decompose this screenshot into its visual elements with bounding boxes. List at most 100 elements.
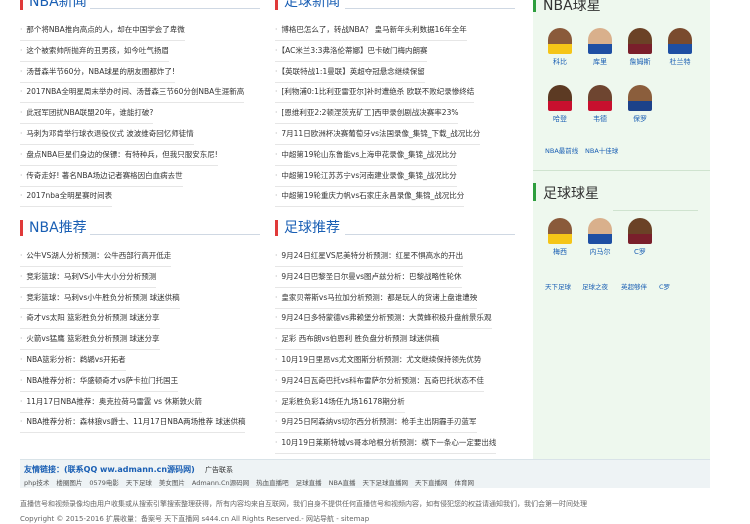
friend-link[interactable]: 足球直播 (296, 479, 322, 487)
friend-link[interactable]: 天下足球 (126, 479, 152, 487)
avatar (628, 28, 652, 54)
nba-top10-link[interactable]: NBA十佳球 (585, 145, 618, 155)
list-item[interactable]: 10月19日里昂vs尤文图斯分析预测：尤文继续保持领先优势 (275, 350, 482, 371)
avatar (628, 218, 652, 244)
nba-recommend-title[interactable]: NBA推荐 (20, 220, 87, 236)
list-item[interactable]: 2017nba全明星赛时间表 (20, 186, 113, 208)
list-item[interactable]: 竞彩篮球：马刺vs小牛胜负分析预测 球迷供稿 (20, 288, 180, 309)
player-name: C罗 (634, 248, 646, 256)
football-link-night[interactable]: 足球之夜 (582, 281, 608, 291)
list-item[interactable]: 博格巴怎么了，转战NBA？ 皇马新年头利数据16年全年 (275, 20, 467, 41)
player-name: 哈登 (553, 115, 567, 123)
footer-copyright: Copyright © 2015-2016 扩展收量：备案号 天下直播网 s44… (20, 515, 370, 523)
player-card[interactable]: 詹姆斯 (625, 28, 655, 67)
list-item[interactable]: 9月25日阿森纳vs切尔西分析预测：枪手主出阴霾手刃蓝军 (275, 412, 477, 434)
nba-stars-title[interactable]: NBA球星 (543, 0, 601, 15)
football-link-tianxia[interactable]: 天下足球 (545, 281, 571, 291)
list-item[interactable]: 传奇走好! 著名NBA场边记者赛格因白血病去世 (20, 166, 183, 187)
friend-link[interactable]: 热血直播吧 (256, 479, 289, 487)
player-card[interactable]: 韦德 (585, 85, 615, 124)
avatar (588, 85, 612, 111)
friend-link[interactable]: 楼圈图片 (56, 479, 82, 487)
divider (90, 234, 260, 235)
friend-link[interactable]: 美女图片 (159, 479, 185, 487)
friend-link[interactable]: 0579电影 (89, 479, 119, 487)
list-item[interactable]: 中超第19轮重庆力帆vs石家庄永昌录像_集锦_战况比分 (275, 186, 465, 208)
player-card[interactable]: 科比 (545, 28, 575, 67)
football-link-cr[interactable]: C罗 (659, 281, 670, 291)
avatar (668, 28, 692, 54)
divider (533, 170, 710, 171)
list-item[interactable]: 中超第19轮山东鲁能vs上海申花录像_集锦_战况比分 (275, 145, 457, 166)
list-item[interactable]: 中超第19轮江苏苏宁vs河南建业录像_集锦_战况比分 (275, 166, 457, 187)
football-news-section: 足球新闻 博格巴怎么了，转战NBA？ 皇马新年头利数据16年全年【AC米兰3:3… (275, 0, 515, 210)
friend-link[interactable]: Admann.Cn源码网 (192, 479, 249, 487)
player-card[interactable]: 库里 (585, 28, 615, 67)
friend-link[interactable]: NBA直播 (329, 479, 356, 487)
list-item[interactable]: 9月24日巴黎圣日尔曼vs图卢兹分析：巴黎战略性轮休 (275, 267, 462, 288)
list-item[interactable]: 火箭vs猛鹰 篮彩胜负分析预测 球迷分享 (20, 329, 160, 351)
player-card[interactable]: 杜兰特 (665, 28, 695, 67)
friend-link[interactable]: 天下足球直播网 (362, 479, 408, 487)
list-item[interactable]: 那个将NBA推向高点的人，却在中国学会了卑微 (20, 20, 185, 41)
player-card[interactable]: C罗 (625, 218, 655, 257)
list-item[interactable]: 此冠军团扰NBA联盟20年，谁能打破? (20, 103, 154, 125)
list-item[interactable]: 竞彩篮球：马刺VS小牛大小分分析预测 (20, 267, 157, 288)
player-name: 科比 (553, 58, 567, 66)
list-item[interactable]: 奇才vs太阳 篮彩胜负分析预测 球迷分享 (20, 308, 160, 330)
list-item[interactable]: [利物浦0:1比利亚雷亚尔]补时遭绝杀 欧联不败纪录惨终结 (275, 82, 475, 104)
ad-contact-link[interactable]: 广告联系 (205, 465, 233, 475)
list-item[interactable]: 9月24日红星VS尼美特分析预测：红星不惧高水的开出 (275, 246, 464, 267)
divider (613, 210, 698, 211)
nba-frontline-link[interactable]: NBA最前线 (545, 145, 578, 155)
list-item[interactable]: 9月24日多特蒙德vs弗赖堡分析预测：大黄蜂积极升盘前景乐观 (275, 308, 492, 330)
player-card[interactable]: 保罗 (625, 85, 655, 124)
list-item[interactable]: 公牛VS湖人分析预测：公牛西部行高开低走 (20, 246, 172, 267)
avatar (588, 218, 612, 244)
avatar (548, 218, 572, 244)
list-item[interactable]: 足彩 西布朗vs伯恩利 胜负盘分析预测 球迷供稿 (275, 329, 440, 351)
friend-link[interactable]: 天下直播网 (415, 479, 448, 487)
player-name: 韦德 (593, 115, 607, 123)
player-card[interactable]: 梅西 (545, 218, 575, 257)
list-item[interactable]: 10月19日莱斯特城vs哥本哈根分析预测：横下一条心一定要出线 (275, 433, 497, 455)
list-item[interactable]: [恩维利亚2:2顿涅茨克矿工]西甲录创剧战决赛率23% (275, 103, 459, 125)
star-sidebar: NBA球星 科比 库里 詹姆斯 杜兰特哈登 韦德 保罗 NBA最前线 NBA十佳球 足球球… (533, 0, 710, 460)
divider (90, 8, 260, 9)
list-item[interactable]: 11月17日NBA推荐：奥克拉荷马雷霆 vs 休斯敦火箭 (20, 392, 202, 413)
list-item[interactable]: 9月24日瓦奇巴托vs科布雷萨尔分析预测：瓦奇巴托状态不佳 (275, 371, 485, 392)
player-name: 内马尔 (589, 248, 611, 256)
list-item[interactable]: 【AC米兰3:3弗洛伦蒂娜】巴卡破门梅内朗赛 (275, 41, 428, 62)
player-card[interactable]: 内马尔 (585, 218, 615, 257)
list-item[interactable]: 2017NBA全明星周末举办时间、汤普森三节60分创NBA生涯新高 (20, 82, 245, 104)
list-item[interactable]: NBA推荐分析：华盛顿奇才vs萨卡拉门托国王 (20, 371, 179, 392)
football-stars-title[interactable]: 足球球星 (543, 183, 599, 203)
avatar (588, 28, 612, 54)
avatar (548, 85, 572, 111)
player-name: 杜兰特 (669, 58, 691, 66)
list-item[interactable]: 盘点NBA巨星们身边的保镖：有特种兵，但我只服安东尼! (20, 145, 218, 166)
list-item[interactable]: NBA篮彩分析：鹈鹕vs开拓者 (20, 350, 126, 371)
sidebar-accent-bar (533, 0, 536, 12)
player-name: 保罗 (633, 115, 647, 123)
friend-links-title: 友情链接：(联系QQ ww.admann.cn源码网) (24, 465, 195, 474)
football-recommend-section: 足球推荐 9月24日红星VS尼美特分析预测：红星不惧高水的开出9月24日巴黎圣日… (275, 218, 515, 458)
list-item[interactable]: 足彩胜负彩14场任九场16178期分析 (275, 392, 405, 413)
avatar (548, 28, 572, 54)
nba-news-title[interactable]: NBA新闻 (20, 0, 87, 10)
list-item[interactable]: NBA推荐分析：森林狼vs爵士、11月17日NBA两场推荐 球迷供稿 (20, 412, 246, 434)
friend-link[interactable]: 体育网 (454, 479, 474, 487)
football-news-title[interactable]: 足球新闻 (275, 0, 340, 10)
football-recommend-title[interactable]: 足球推荐 (275, 220, 340, 236)
football-link-premier[interactable]: 英超够伴 (621, 281, 647, 291)
list-item[interactable]: 7月11日欧洲杯决赛葡萄牙vs法国录像_集锦_下载_战况比分 (275, 124, 481, 145)
avatar (628, 85, 652, 111)
list-item[interactable]: 马刺为邓肯举行球衣退役仪式 波波维奇回忆师徒情 (20, 124, 194, 145)
friend-link[interactable]: php技术 (24, 479, 49, 487)
list-item[interactable]: 皇家贝蒂斯vs马拉加分析预测：都是玩人的货诸上盘谁遭殃 (275, 288, 478, 309)
list-item[interactable]: 汤普森半节60分，NBA球星的朋友圈都炸了! (20, 62, 175, 83)
player-name: 詹姆斯 (629, 58, 651, 66)
list-item[interactable]: 这个被索帅所抛弃的丑男孩，如今吐气扬眉 (20, 41, 169, 62)
player-card[interactable]: 哈登 (545, 85, 575, 124)
list-item[interactable]: 【英联特战1:1曼联】英超夺冠悬念继续保留 (275, 62, 425, 83)
